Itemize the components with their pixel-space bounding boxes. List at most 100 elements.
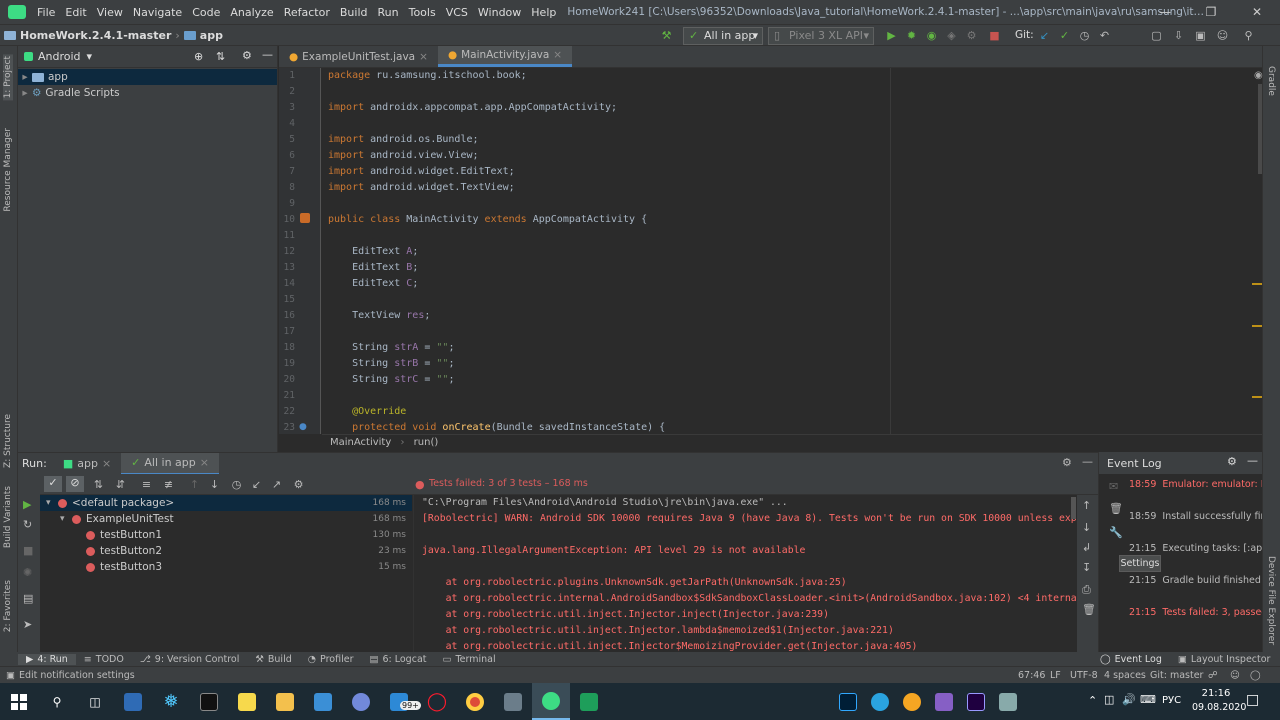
s-app-icon[interactable] [896, 683, 928, 720]
event-balloon-icon[interactable]: ◯ [1250, 670, 1261, 681]
git-commit-icon[interactable]: ✓ [1058, 29, 1071, 42]
event-text[interactable]: Install successfully finishe [1162, 511, 1262, 522]
bottom-tab[interactable]: ≡ TODO [76, 654, 132, 665]
bottom-tab[interactable]: ▶ 4: Run [18, 653, 76, 665]
error-stripe-mark[interactable] [1252, 396, 1262, 398]
git-rollback-icon[interactable]: ↶ [1098, 29, 1111, 42]
mark-all-read-icon[interactable]: ✉ [1109, 480, 1118, 493]
up-arrow-icon[interactable]: ↑ [1082, 499, 1091, 512]
gradle-tool-button[interactable]: Gradle [1266, 66, 1276, 96]
menu-build[interactable]: Build [335, 6, 373, 19]
code-editor[interactable]: package ru.samsung.itschool.book; import… [322, 68, 1252, 434]
bottom-tab[interactable]: ◔ Profiler [300, 654, 362, 665]
gear-icon[interactable]: ⚙ [1227, 455, 1237, 468]
mail-app-icon[interactable]: 99+ [380, 683, 421, 720]
next-failed-icon[interactable]: ↓ [208, 478, 221, 491]
sdk-manager-icon[interactable]: ⇩ [1172, 29, 1185, 42]
sheets-app-icon[interactable] [570, 683, 608, 720]
git-branch[interactable]: Git: master [1150, 670, 1203, 681]
device-file-explorer-tool-button[interactable]: Device File Explorer [1266, 556, 1276, 645]
hide-panel-icon[interactable]: — [1082, 455, 1093, 468]
console-output[interactable]: "C:\Program Files\Android\Android Studio… [413, 495, 1077, 652]
clear-all-icon[interactable]: 🗑 [1082, 603, 1096, 616]
search-icon[interactable]: ⚲ [38, 683, 76, 720]
visual-studio-app-icon[interactable] [928, 683, 960, 720]
inspection-eye-icon[interactable]: ◉ [1254, 70, 1263, 81]
close-tab-icon[interactable]: × [200, 456, 209, 469]
caret-position[interactable]: 67:46 [1018, 670, 1045, 681]
test-tree-item[interactable]: testButton3 15 ms [40, 559, 412, 575]
bottom-tab[interactable]: ⚒ Build [247, 654, 299, 665]
bottom-tab[interactable]: ▤ 6: Logcat [362, 654, 435, 665]
indent-setting[interactable]: 4 spaces [1104, 670, 1146, 681]
editor-scrollbar[interactable] [1258, 84, 1262, 174]
photoshop-app-icon[interactable] [832, 683, 864, 720]
cloud-app-icon[interactable] [992, 683, 1024, 720]
clock-time[interactable]: 21:16 [1196, 688, 1236, 699]
expand-arrow-icon[interactable]: ▸ [18, 87, 32, 99]
tab-main-activity[interactable]: ● MainActivity.java × [437, 46, 573, 67]
inspector-face-icon[interactable]: ☺ [1230, 670, 1240, 681]
stop-icon[interactable]: ■ [988, 29, 1001, 42]
discord-app-icon[interactable] [342, 683, 380, 720]
project-tool-button[interactable]: 1: Project [3, 54, 13, 101]
toggle-auto-test-icon[interactable]: ✺ [23, 566, 32, 579]
sticky-notes-app-icon[interactable] [228, 683, 266, 720]
opera-app-icon[interactable]: ◯ [418, 683, 456, 720]
bottom-tab[interactable]: ▭ Terminal [435, 654, 504, 665]
menu-view[interactable]: View [92, 6, 128, 19]
error-stripe-mark[interactable] [1252, 325, 1262, 327]
down-arrow-icon[interactable]: ↓ [1082, 521, 1091, 534]
debug-icon[interactable]: ✹ [905, 29, 918, 42]
rerun-icon[interactable]: ▶ [23, 498, 31, 511]
store-app-icon[interactable] [304, 683, 342, 720]
structure-tool-button[interactable]: Z: Structure [3, 414, 13, 468]
file-explorer-app-icon[interactable] [266, 683, 304, 720]
console-scrollbar[interactable] [1071, 497, 1076, 519]
android-studio-app-icon[interactable] [532, 683, 570, 720]
import-tests-icon[interactable]: ↙ [250, 478, 263, 491]
test-tree-item[interactable]: testButton2 23 ms [40, 543, 412, 559]
close-icon[interactable]: ✕ [1234, 0, 1280, 24]
tree-item-app[interactable]: ▸ app [18, 69, 277, 85]
attach-debugger-icon[interactable]: ⚙ [965, 29, 978, 42]
collapse-all-icon[interactable]: ⇅ [216, 50, 225, 63]
git-update-icon[interactable]: ↙ [1038, 29, 1051, 42]
pin-icon[interactable]: ➤ [23, 618, 32, 631]
activity-gutter-icon[interactable] [300, 213, 310, 223]
show-passed-icon[interactable]: ✓ [44, 476, 62, 492]
menu-file[interactable]: File [32, 6, 60, 19]
gear-icon[interactable]: ⚙ [242, 49, 252, 62]
locate-icon[interactable]: ⊕ [194, 50, 203, 63]
project-view-select[interactable]: Android [38, 50, 81, 63]
run-icon[interactable]: ▶ [885, 29, 898, 42]
gear-icon[interactable]: ⚙ [1062, 456, 1072, 469]
project-structure-icon[interactable]: ▣ [1194, 29, 1207, 42]
chrome-app-icon[interactable] [456, 683, 494, 720]
rerun-failed-icon[interactable]: ↻ [23, 518, 32, 531]
hide-panel-icon[interactable]: — [262, 48, 273, 61]
override-gutter-icon[interactable]: ● [299, 422, 307, 432]
windows-start-icon[interactable] [0, 683, 38, 720]
volume-icon[interactable]: 🔊 [1122, 693, 1136, 706]
file-encoding[interactable]: UTF-8 [1070, 670, 1098, 681]
run-tab-all-in-app[interactable]: ✓ All in app × [121, 452, 219, 475]
menu-window[interactable]: Window [473, 6, 526, 19]
run-tab-app[interactable]: ■ app × [53, 453, 121, 475]
build-variants-tool-button[interactable]: Build Variants [3, 486, 13, 548]
breadcrumb-method[interactable]: run() [414, 437, 439, 448]
sort-duration-icon[interactable]: ⇵ [114, 478, 127, 491]
collapse-all-icon[interactable]: ≢ [162, 478, 175, 491]
error-stripe-mark[interactable] [1252, 283, 1262, 285]
device-select[interactable]: ▯ Pixel 3 XL API 30 ▾ [768, 27, 874, 58]
test-tree-item[interactable]: testButton1 130 ms [40, 527, 412, 543]
close-tab-icon[interactable]: × [102, 457, 111, 470]
status-notification-icon[interactable]: ▣ [0, 670, 15, 681]
test-tree-item[interactable]: ▾ ExampleUnitTest 168 ms [40, 511, 412, 527]
status-message[interactable]: Edit notification settings [19, 670, 135, 681]
hide-panel-icon[interactable]: — [1247, 454, 1258, 467]
notifications-icon[interactable]: □ [1246, 692, 1259, 708]
line-separator[interactable]: LF [1050, 670, 1061, 681]
avd-manager-icon[interactable]: ▢ [1150, 29, 1163, 42]
menu-analyze[interactable]: Analyze [225, 6, 278, 19]
